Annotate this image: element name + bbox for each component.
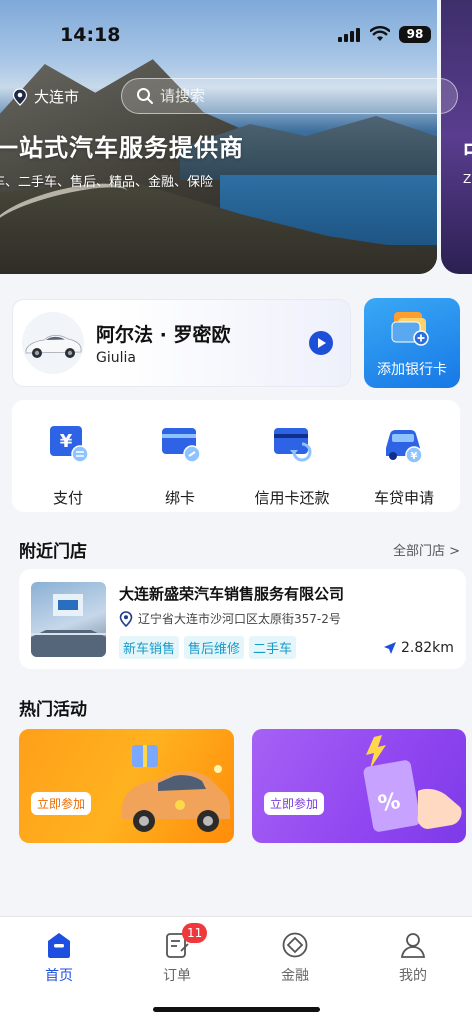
- svg-text:%: %: [376, 789, 402, 817]
- wifi-icon: [370, 26, 390, 41]
- tab-profile[interactable]: 我的: [354, 931, 472, 985]
- store-card[interactable]: 大连新盛荣汽车销售服务有限公司 辽宁省大连市沙河口区太原街357-2号 新车销售…: [19, 569, 466, 669]
- service-label: 绑卡: [164, 489, 195, 507]
- city-label: 大连市: [34, 88, 80, 106]
- banner-title: 一站式汽车服务提供商: [0, 134, 244, 162]
- quick-services: ¥ 支付 绑卡 信用卡还款 ¥ 车贷申请: [12, 400, 460, 512]
- svg-text:¥: ¥: [60, 431, 73, 452]
- service-car-loan[interactable]: ¥ 车贷申请: [348, 400, 460, 512]
- store-address-text: 辽宁省大连市沙河口区太原街357-2号: [138, 612, 341, 626]
- profile-icon: [400, 933, 426, 958]
- service-label: 信用卡还款: [254, 489, 330, 507]
- tab-home[interactable]: 首页: [0, 931, 118, 985]
- store-tag: 新车销售: [119, 636, 180, 659]
- service-label: 支付: [52, 489, 83, 507]
- home-icon: [48, 933, 70, 958]
- city-selector[interactable]: 大连市: [12, 86, 79, 107]
- store-tags: 新车销售 售后维修 二手车: [119, 636, 297, 659]
- tab-finance[interactable]: 金融: [236, 931, 354, 985]
- status-bar: 14:18 98: [0, 0, 472, 60]
- pay-icon: ¥: [50, 426, 89, 463]
- service-bind-card[interactable]: 绑卡: [124, 400, 236, 512]
- tab-label: 金融: [281, 968, 309, 984]
- store-distance-text: 2.82km: [401, 640, 454, 656]
- search-input[interactable]: [160, 87, 440, 105]
- store-name: 大连新盛荣汽车销售服务有限公司: [119, 585, 345, 603]
- add-bank-card-button[interactable]: 添加银行卡: [364, 298, 460, 388]
- orders-count-badge: 11: [182, 923, 208, 943]
- car-brand-name: 阿尔法 · 罗密欧: [96, 324, 231, 346]
- join-now-button[interactable]: 立即参加: [31, 792, 92, 815]
- finance-icon: [282, 932, 308, 958]
- home-indicator[interactable]: [153, 1007, 320, 1012]
- next-banner-subtitle: Z: [463, 172, 472, 186]
- cellular-signal-icon: [338, 28, 360, 42]
- svg-text:¥: ¥: [411, 451, 418, 462]
- tab-label: 首页: [45, 968, 73, 984]
- battery-indicator: 98: [399, 26, 431, 43]
- tab-label: 订单: [163, 968, 191, 984]
- tab-orders[interactable]: 11 订单: [118, 923, 236, 985]
- promo-banner-discount[interactable]: % 立即参加: [252, 729, 466, 843]
- service-credit-repay[interactable]: 信用卡还款: [236, 400, 348, 512]
- service-pay[interactable]: ¥ 支付: [12, 400, 124, 512]
- store-image: [31, 582, 106, 657]
- location-pin-icon: [12, 87, 28, 106]
- my-car-card[interactable]: 阿尔法 · 罗密欧 Giulia: [12, 299, 351, 387]
- car-image: [22, 312, 84, 374]
- car-model-name: Giulia: [96, 350, 136, 366]
- discount-coupon-illustration: %: [363, 735, 462, 832]
- bind-card-icon: [162, 428, 201, 463]
- status-time: 14:18: [60, 24, 121, 46]
- play-icon[interactable]: [309, 331, 333, 355]
- tab-label: 我的: [399, 968, 427, 984]
- store-tag: 二手车: [249, 636, 297, 659]
- service-label: 车贷申请: [373, 489, 434, 507]
- car-loan-icon: ¥: [386, 430, 423, 464]
- location-pin-icon: [119, 610, 133, 627]
- search-icon: [137, 88, 153, 104]
- credit-repay-icon: [274, 428, 312, 462]
- banner-subtitle: 车、二手车、售后、精品、金融、保险: [0, 175, 214, 190]
- promo-banner-car[interactable]: 立即参加: [19, 729, 234, 843]
- add-bank-card-label: 添加银行卡: [377, 362, 447, 378]
- search-bar[interactable]: [121, 78, 458, 114]
- bank-card-icon: [391, 312, 429, 346]
- hot-activities-title: 热门活动: [19, 700, 87, 720]
- navigation-arrow-icon: [384, 642, 396, 654]
- next-banner-title: 中: [463, 134, 472, 166]
- all-stores-link[interactable]: 全部门店 >: [393, 540, 460, 559]
- join-now-button[interactable]: 立即参加: [264, 792, 325, 815]
- store-address: 辽宁省大连市沙河口区太原街357-2号: [119, 610, 341, 627]
- store-tag: 售后维修: [184, 636, 245, 659]
- nearby-stores-title: 附近门店: [19, 542, 87, 562]
- car-gift-illustration: [122, 745, 230, 832]
- store-distance[interactable]: 2.82km: [383, 640, 454, 656]
